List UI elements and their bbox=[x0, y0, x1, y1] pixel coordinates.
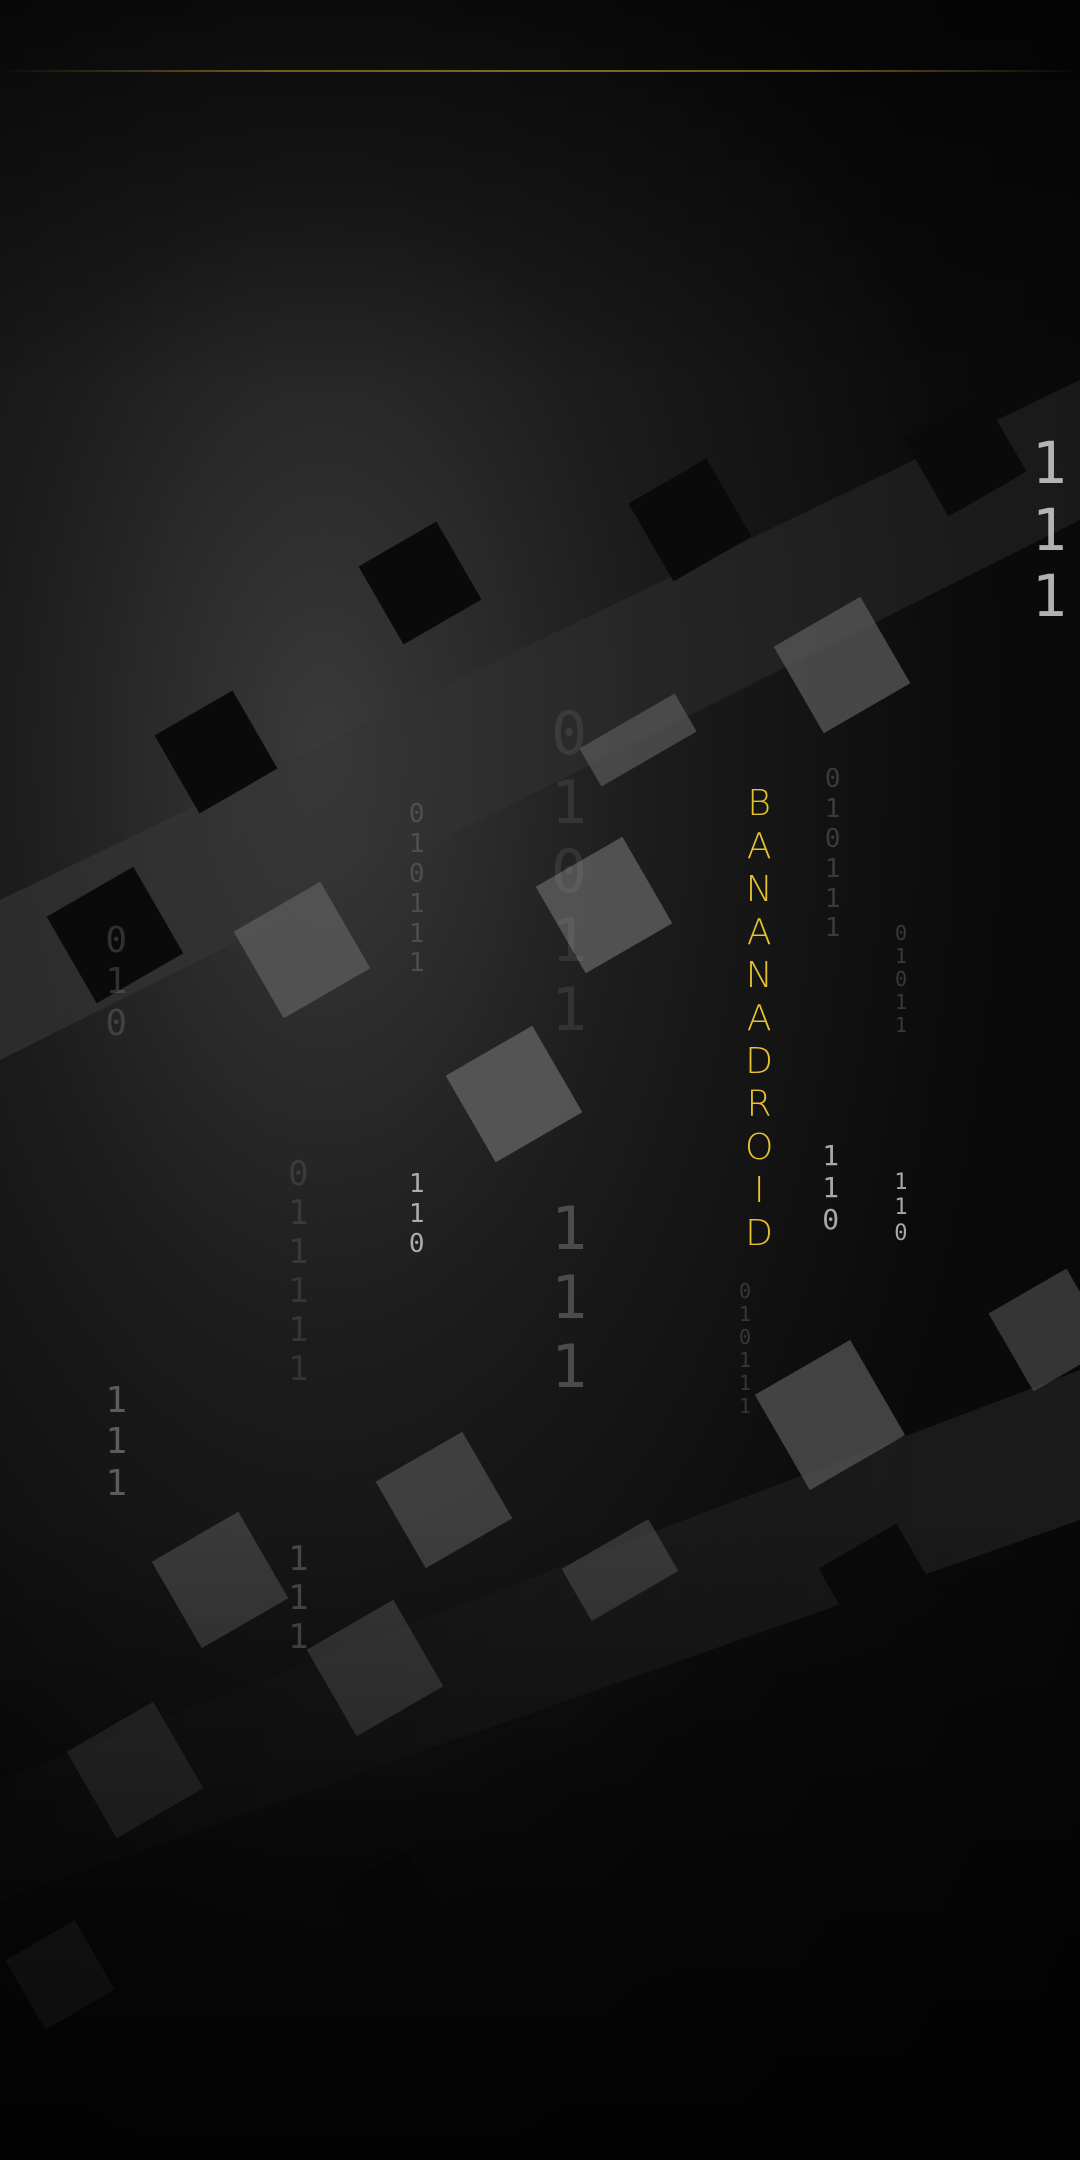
binary-digit: 1 bbox=[824, 853, 841, 884]
binary-digit: 1 bbox=[824, 793, 841, 824]
brand-letter: N bbox=[745, 869, 773, 910]
brand-letter: D bbox=[745, 1213, 774, 1254]
binary-digit: 0 bbox=[822, 1203, 840, 1237]
brand-letter: B bbox=[747, 783, 771, 824]
binary-digit: 0 bbox=[408, 799, 425, 829]
binary-digit: 1 bbox=[551, 906, 588, 976]
binary-digit: 1 bbox=[824, 883, 841, 914]
binary-digit: 1 bbox=[288, 1193, 309, 1234]
binary-column: 110 bbox=[408, 1169, 425, 1260]
binary-digit: 1 bbox=[408, 1169, 425, 1199]
binary-digit: 0 bbox=[288, 1154, 309, 1194]
binary-digit: 1 bbox=[408, 828, 425, 859]
binary-column: 110 bbox=[894, 1170, 907, 1246]
brand-letter: O bbox=[745, 1127, 774, 1168]
binary-digit: 0 bbox=[824, 823, 841, 854]
binary-digit: 0 bbox=[551, 837, 588, 907]
lower-band bbox=[0, 1370, 1080, 1900]
binary-column: 01011 bbox=[551, 700, 587, 1045]
binary-digit: 1 bbox=[288, 1271, 309, 1312]
brand-letter: I bbox=[753, 1170, 765, 1211]
binary-digit: 1 bbox=[739, 1348, 752, 1372]
binary-digit: 1 bbox=[288, 1349, 309, 1390]
binary-digit: 1 bbox=[408, 1198, 425, 1229]
binary-digit: 0 bbox=[408, 858, 425, 889]
binary-digit: 0 bbox=[895, 921, 908, 945]
brand-wordmark: BANANADROID bbox=[745, 782, 773, 1255]
binary-digit: 1 bbox=[408, 888, 425, 919]
binary-digit: 1 bbox=[105, 1421, 128, 1463]
brand-letter: A bbox=[746, 826, 772, 867]
wallpaper: 1110101111100101111100101111001011111101… bbox=[0, 0, 1080, 2160]
binary-column: 111 bbox=[288, 1539, 309, 1658]
binary-digit: 1 bbox=[1031, 429, 1067, 497]
binary-digit: 1 bbox=[739, 1394, 752, 1418]
binary-digit: 1 bbox=[824, 913, 841, 944]
binary-digit: 1 bbox=[551, 1263, 588, 1333]
binary-column: 010 bbox=[105, 920, 127, 1044]
binary-digit: 0 bbox=[824, 764, 841, 794]
binary-column: 010111 bbox=[824, 764, 841, 944]
binary-digit: 1 bbox=[822, 1139, 840, 1172]
binary-digit: 0 bbox=[551, 699, 588, 769]
brand-letter: A bbox=[746, 998, 772, 1039]
binary-digit: 0 bbox=[895, 967, 908, 991]
brand-letter: N bbox=[745, 955, 773, 996]
binary-digit: 1 bbox=[1031, 562, 1067, 631]
binary-column: 010111 bbox=[739, 1280, 751, 1418]
binary-digit: 0 bbox=[739, 1325, 752, 1349]
binary-digit: 1 bbox=[288, 1232, 309, 1273]
binary-digit: 1 bbox=[288, 1617, 309, 1658]
binary-digit: 1 bbox=[408, 918, 425, 949]
binary-column: 010111 bbox=[408, 799, 425, 979]
binary-digit: 0 bbox=[408, 1228, 425, 1259]
binary-digit: 1 bbox=[288, 1539, 309, 1579]
binary-digit: 1 bbox=[895, 990, 908, 1014]
binary-digit: 1 bbox=[551, 768, 588, 838]
binary-digit: 0 bbox=[105, 920, 128, 961]
binary-digit: 1 bbox=[739, 1302, 752, 1326]
binary-digit: 0 bbox=[739, 1279, 752, 1303]
binary-digit: 1 bbox=[105, 1462, 128, 1504]
binary-digit: 0 bbox=[105, 1002, 128, 1044]
binary-digit: 1 bbox=[739, 1371, 752, 1395]
tile-pattern bbox=[0, 380, 1080, 2030]
binary-digit: 1 bbox=[288, 1310, 309, 1351]
brand-letter: D bbox=[745, 1041, 774, 1082]
binary-column: 111 bbox=[551, 1195, 587, 1402]
brand-letter: A bbox=[746, 912, 772, 953]
binary-digit: 1 bbox=[288, 1578, 309, 1619]
binary-digit: 1 bbox=[894, 1195, 908, 1221]
binary-column: 111 bbox=[1032, 430, 1067, 630]
binary-column: 011111 bbox=[288, 1154, 309, 1390]
binary-digit: 1 bbox=[551, 1194, 588, 1264]
binary-column: 110 bbox=[822, 1139, 840, 1237]
brand-letter: R bbox=[746, 1084, 772, 1125]
binary-digit: 1 bbox=[551, 1332, 588, 1402]
binary-column: 01011 bbox=[895, 922, 907, 1037]
binary-digit: 1 bbox=[1031, 495, 1067, 564]
binary-digit: 1 bbox=[894, 1170, 908, 1195]
binary-digit: 1 bbox=[105, 961, 128, 1003]
binary-digit: 0 bbox=[894, 1220, 908, 1246]
binary-digit: 1 bbox=[822, 1171, 840, 1205]
binary-digit: 1 bbox=[408, 948, 425, 979]
binary-column: 111 bbox=[105, 1380, 127, 1504]
binary-digit: 1 bbox=[895, 944, 908, 968]
binary-digit: 1 bbox=[551, 975, 588, 1045]
binary-digit: 1 bbox=[895, 1013, 908, 1037]
binary-digit: 1 bbox=[105, 1380, 128, 1421]
